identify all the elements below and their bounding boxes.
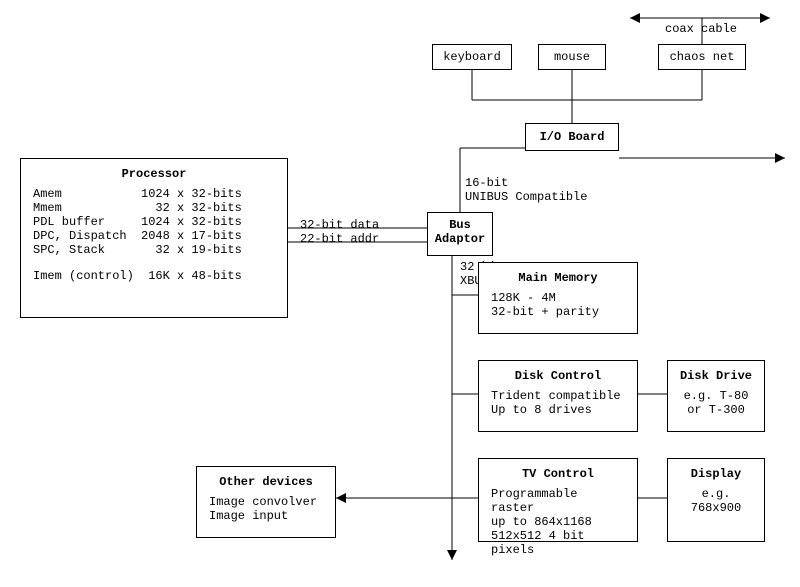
io-board-box: I/O Board [525,123,619,151]
tv-control-box: TV Control Programmable raster up to 864… [478,458,638,542]
disk-control-compat: Trident compatible [491,389,625,403]
display-box: Display e.g. 768x900 [667,458,765,542]
disk-control-box: Disk Control Trident compatible Up to 8 … [478,360,638,432]
disk-drive-box: Disk Drive e.g. T-80 or T-300 [667,360,765,432]
tv-control-title: TV Control [491,467,625,481]
processor-box: Processor Amem 1024 x 32-bits Mmem 32 x … [20,158,288,318]
processor-title: Processor [33,167,275,181]
main-memory-box: Main Memory 128K - 4M 32-bit + parity [478,262,638,334]
coax-cable-label: coax cable [665,22,737,36]
other-devices-input: Image input [209,509,323,523]
keyboard-box: keyboard [432,44,512,70]
processor-amem: Amem 1024 x 32-bits [33,187,275,201]
disk-drive-eg2: or T-300 [678,403,754,417]
bus-adaptor-line1: Bus [428,218,492,232]
bus-adaptor-line2: Adaptor [428,232,492,246]
bus-addr-label: 22-bit addr [300,232,379,246]
display-eg: e.g. [678,487,754,501]
disk-drive-eg1: e.g. T-80 [678,389,754,403]
main-memory-width: 32-bit + parity [491,305,625,319]
processor-pdl: PDL buffer 1024 x 32-bits [33,215,275,229]
diagram-canvas: coax cable keyboard mouse chaos net I/O … [0,0,800,587]
main-memory-size: 128K - 4M [491,291,625,305]
tv-control-res2: 512x512 4 bit pixels [491,529,625,557]
processor-imem: Imem (control) 16K x 48-bits [33,269,275,283]
main-memory-title: Main Memory [491,271,625,285]
display-title: Display [678,467,754,481]
tv-control-raster: Programmable raster [491,487,625,515]
unibus-16bit-label: 16-bit [465,176,508,190]
mouse-box: mouse [538,44,606,70]
processor-spc: SPC, Stack 32 x 19-bits [33,243,275,257]
unibus-compat-label: UNIBUS Compatible [465,190,587,204]
tv-control-res1: up to 864x1168 [491,515,625,529]
disk-control-count: Up to 8 drives [491,403,625,417]
display-res: 768x900 [678,501,754,515]
disk-control-title: Disk Control [491,369,625,383]
bus-data-label: 32-bit data [300,218,379,232]
other-devices-box: Other devices Image convolver Image inpu… [196,466,336,538]
bus-adaptor-box: Bus Adaptor [427,212,493,256]
processor-mmem: Mmem 32 x 32-bits [33,201,275,215]
other-devices-conv: Image convolver [209,495,323,509]
other-devices-title: Other devices [209,475,323,489]
disk-drive-title: Disk Drive [678,369,754,383]
chaos-net-box: chaos net [658,44,746,70]
processor-dpc: DPC, Dispatch 2048 x 17-bits [33,229,275,243]
